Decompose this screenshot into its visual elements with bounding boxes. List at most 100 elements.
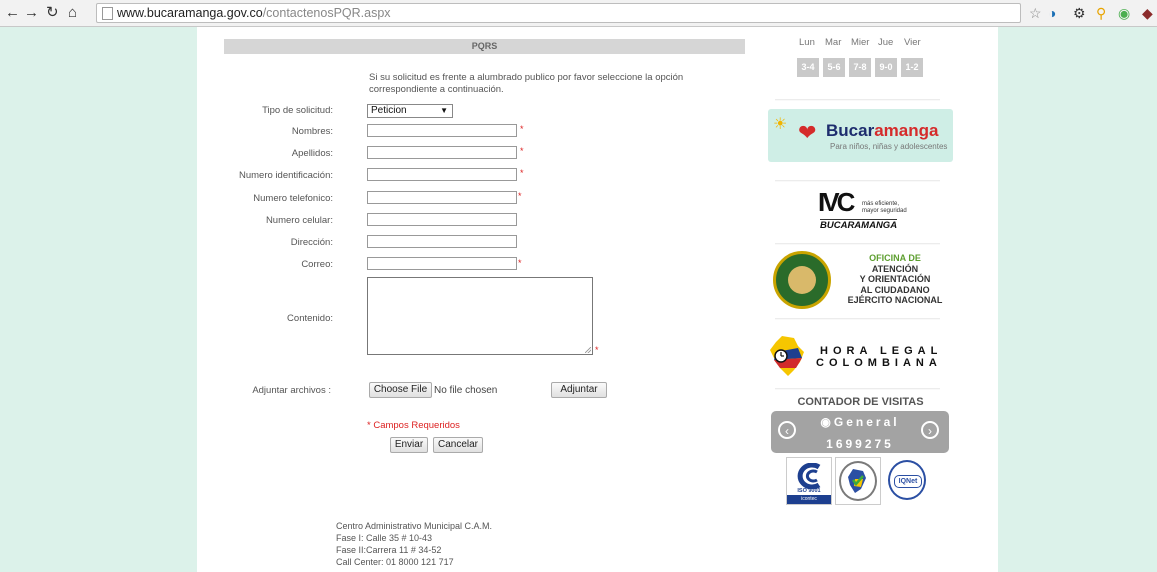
banner-title-part: Bucar — [826, 121, 875, 140]
url-text: www.bucaramanga.gov.co/contactenosPQR.as… — [117, 6, 391, 20]
telefono-label: Numero telefonico: — [253, 193, 333, 204]
cancelar-button[interactable]: Cancelar — [433, 437, 483, 453]
tipo-selected-value: Peticion — [371, 105, 407, 116]
home-icon[interactable]: ⌂ — [68, 4, 77, 22]
lighting-notice: Si su solicitud es frente a alumbrado pu… — [369, 72, 684, 95]
icontec-label: icontec — [787, 495, 831, 504]
ivc-tag-line: más eficiente, — [862, 201, 900, 207]
adjuntar-button[interactable]: Adjuntar — [551, 382, 607, 398]
nombres-label: Nombres: — [291, 126, 333, 137]
extension-last-icon[interactable]: ◆ — [1142, 4, 1153, 22]
required-marker: * — [520, 124, 524, 134]
star-icon[interactable]: ☆ — [1029, 4, 1042, 22]
hora-line: HORA LEGAL — [820, 345, 943, 357]
oficina-line: AL CIUDADANO — [860, 284, 930, 295]
oficina-line: EJÉRCITO NACIONAL — [847, 295, 943, 305]
globe-icon: ◉ — [820, 415, 834, 429]
tipo-select[interactable]: Peticion ▼ — [367, 104, 453, 118]
extension-circle-icon[interactable]: ◉ — [1118, 4, 1130, 22]
counter-label-text: General — [833, 415, 900, 429]
required-marker: * — [520, 168, 524, 178]
plate-numbers: 7-8 — [849, 58, 871, 77]
choose-file-button[interactable]: Choose File — [369, 382, 432, 398]
plate-numbers: 3-4 — [797, 58, 819, 77]
address-bar[interactable]: www.bucaramanga.gov.co/contactenosPQR.as… — [96, 3, 1021, 23]
ivc-tag-line: mayor seguridad — [862, 208, 907, 214]
correo-input[interactable] — [367, 257, 517, 270]
seal-center — [788, 266, 816, 294]
icontec-logo-icon — [797, 463, 821, 489]
back-icon[interactable]: ← — [5, 4, 20, 22]
ivc-logo: IVC — [818, 187, 855, 217]
divider — [775, 99, 940, 101]
day-label: Mar — [825, 37, 842, 48]
tipo-label: Tipo de solicitud: — [262, 105, 333, 116]
correo-label: Correo: — [301, 259, 333, 270]
contenido-label: Contenido: — [287, 313, 333, 324]
footer-address: Centro Administrativo Municipal C.A.M. F… — [336, 520, 492, 568]
direccion-input[interactable] — [367, 235, 517, 248]
left-margin — [0, 27, 197, 572]
day-label: Lun — [799, 37, 815, 48]
contenido-textarea[interactable] — [367, 277, 593, 355]
visit-counter: ‹ ◉General 1699275 › — [771, 411, 949, 453]
oficina-text: OFICINA DE ATENCIÓN Y ORIENTACIÓN AL CIU… — [840, 253, 950, 306]
required-marker: * — [595, 345, 599, 355]
celular-input[interactable] — [367, 213, 517, 226]
colombia-map-icon — [770, 336, 804, 376]
apellidos-input[interactable] — [367, 146, 517, 159]
oficina-atencion-banner[interactable]: OFICINA DE ATENCIÓN Y ORIENTACIÓN AL CIU… — [768, 248, 953, 312]
identificacion-input[interactable] — [367, 168, 517, 181]
required-fields-note: * Campos Requeridos — [367, 420, 460, 431]
day-label: Vier — [904, 37, 921, 48]
dropdown-arrow-icon: ▼ — [440, 106, 448, 115]
plate-numbers: 5-6 — [823, 58, 845, 77]
celular-label: Numero celular: — [265, 215, 333, 226]
gear-icon[interactable]: ⚙ — [1073, 4, 1086, 22]
sun-icon: ☀ — [773, 116, 788, 133]
no-file-text: No file chosen — [434, 385, 498, 396]
oficina-line: ATENCIÓN — [871, 263, 919, 274]
counter-next-icon[interactable]: › — [921, 421, 939, 439]
browser-toolbar: ← → ↻ ⌂ www.bucaramanga.gov.co/contacten… — [0, 0, 1157, 27]
visit-counter-title: CONTADOR DE VISITAS — [797, 396, 924, 408]
telefono-input[interactable] — [367, 191, 517, 204]
ivc-city: BUCARAMANGA — [820, 219, 898, 231]
banner-title-part: amanga — [874, 121, 939, 140]
bucaramanga-kids-banner[interactable]: ☀ ❤ Bucaramanga Para niños, niñas y adol… — [768, 109, 953, 162]
heart-icon: ❤ — [798, 120, 817, 145]
nombres-input[interactable] — [367, 124, 517, 137]
adjuntar-label: Adjuntar archivos : — [252, 385, 331, 396]
divider — [775, 318, 940, 320]
footer-line: Call Center: 01 8000 121 717 — [336, 557, 454, 567]
banner-title: Bucaramanga — [826, 121, 938, 141]
extension-c-icon[interactable]: ◑ — [1048, 4, 1056, 22]
reload-icon[interactable]: ↻ — [46, 4, 59, 22]
footer-line: Fase II:Carrera 11 # 34-52 — [336, 545, 442, 555]
colombia-shape-icon — [848, 469, 866, 493]
ivc-banner[interactable]: IVC más eficiente, mayor seguridad BUCARA… — [768, 185, 953, 233]
required-marker: * — [520, 146, 524, 156]
divider — [775, 243, 940, 245]
forward-icon[interactable]: → — [24, 4, 39, 22]
iqnet-label: IQNet — [894, 475, 922, 488]
resize-grip-icon[interactable] — [585, 347, 591, 353]
divider — [775, 180, 940, 182]
oficina-line: Y ORIENTACIÓN — [859, 274, 931, 284]
iqnet-seal: IQNet — [888, 460, 926, 500]
iso-label: ISO 9001 — [797, 488, 821, 494]
apellidos-label: Apellidos: — [291, 148, 333, 159]
enviar-button[interactable]: Enviar — [390, 437, 428, 453]
oficina-line: OFICINA DE — [869, 253, 921, 263]
footer-line: Centro Administrativo Municipal C.A.M. — [336, 521, 493, 531]
day-label: Jue — [878, 37, 894, 48]
day-label: Mier — [851, 37, 870, 48]
extension-key-icon[interactable]: ⚲ — [1096, 4, 1106, 22]
plate-numbers: 1-2 — [901, 58, 923, 77]
hora-legal-banner[interactable]: HORA LEGAL COLOMBIANA — [768, 330, 953, 380]
iqnet-cert: IQNet — [885, 457, 931, 505]
identificacion-label: Numero identificación: — [239, 170, 333, 181]
direccion-label: Dirección: — [290, 237, 333, 248]
pqrs-header: PQRS — [224, 39, 745, 54]
required-marker: * — [518, 191, 522, 201]
